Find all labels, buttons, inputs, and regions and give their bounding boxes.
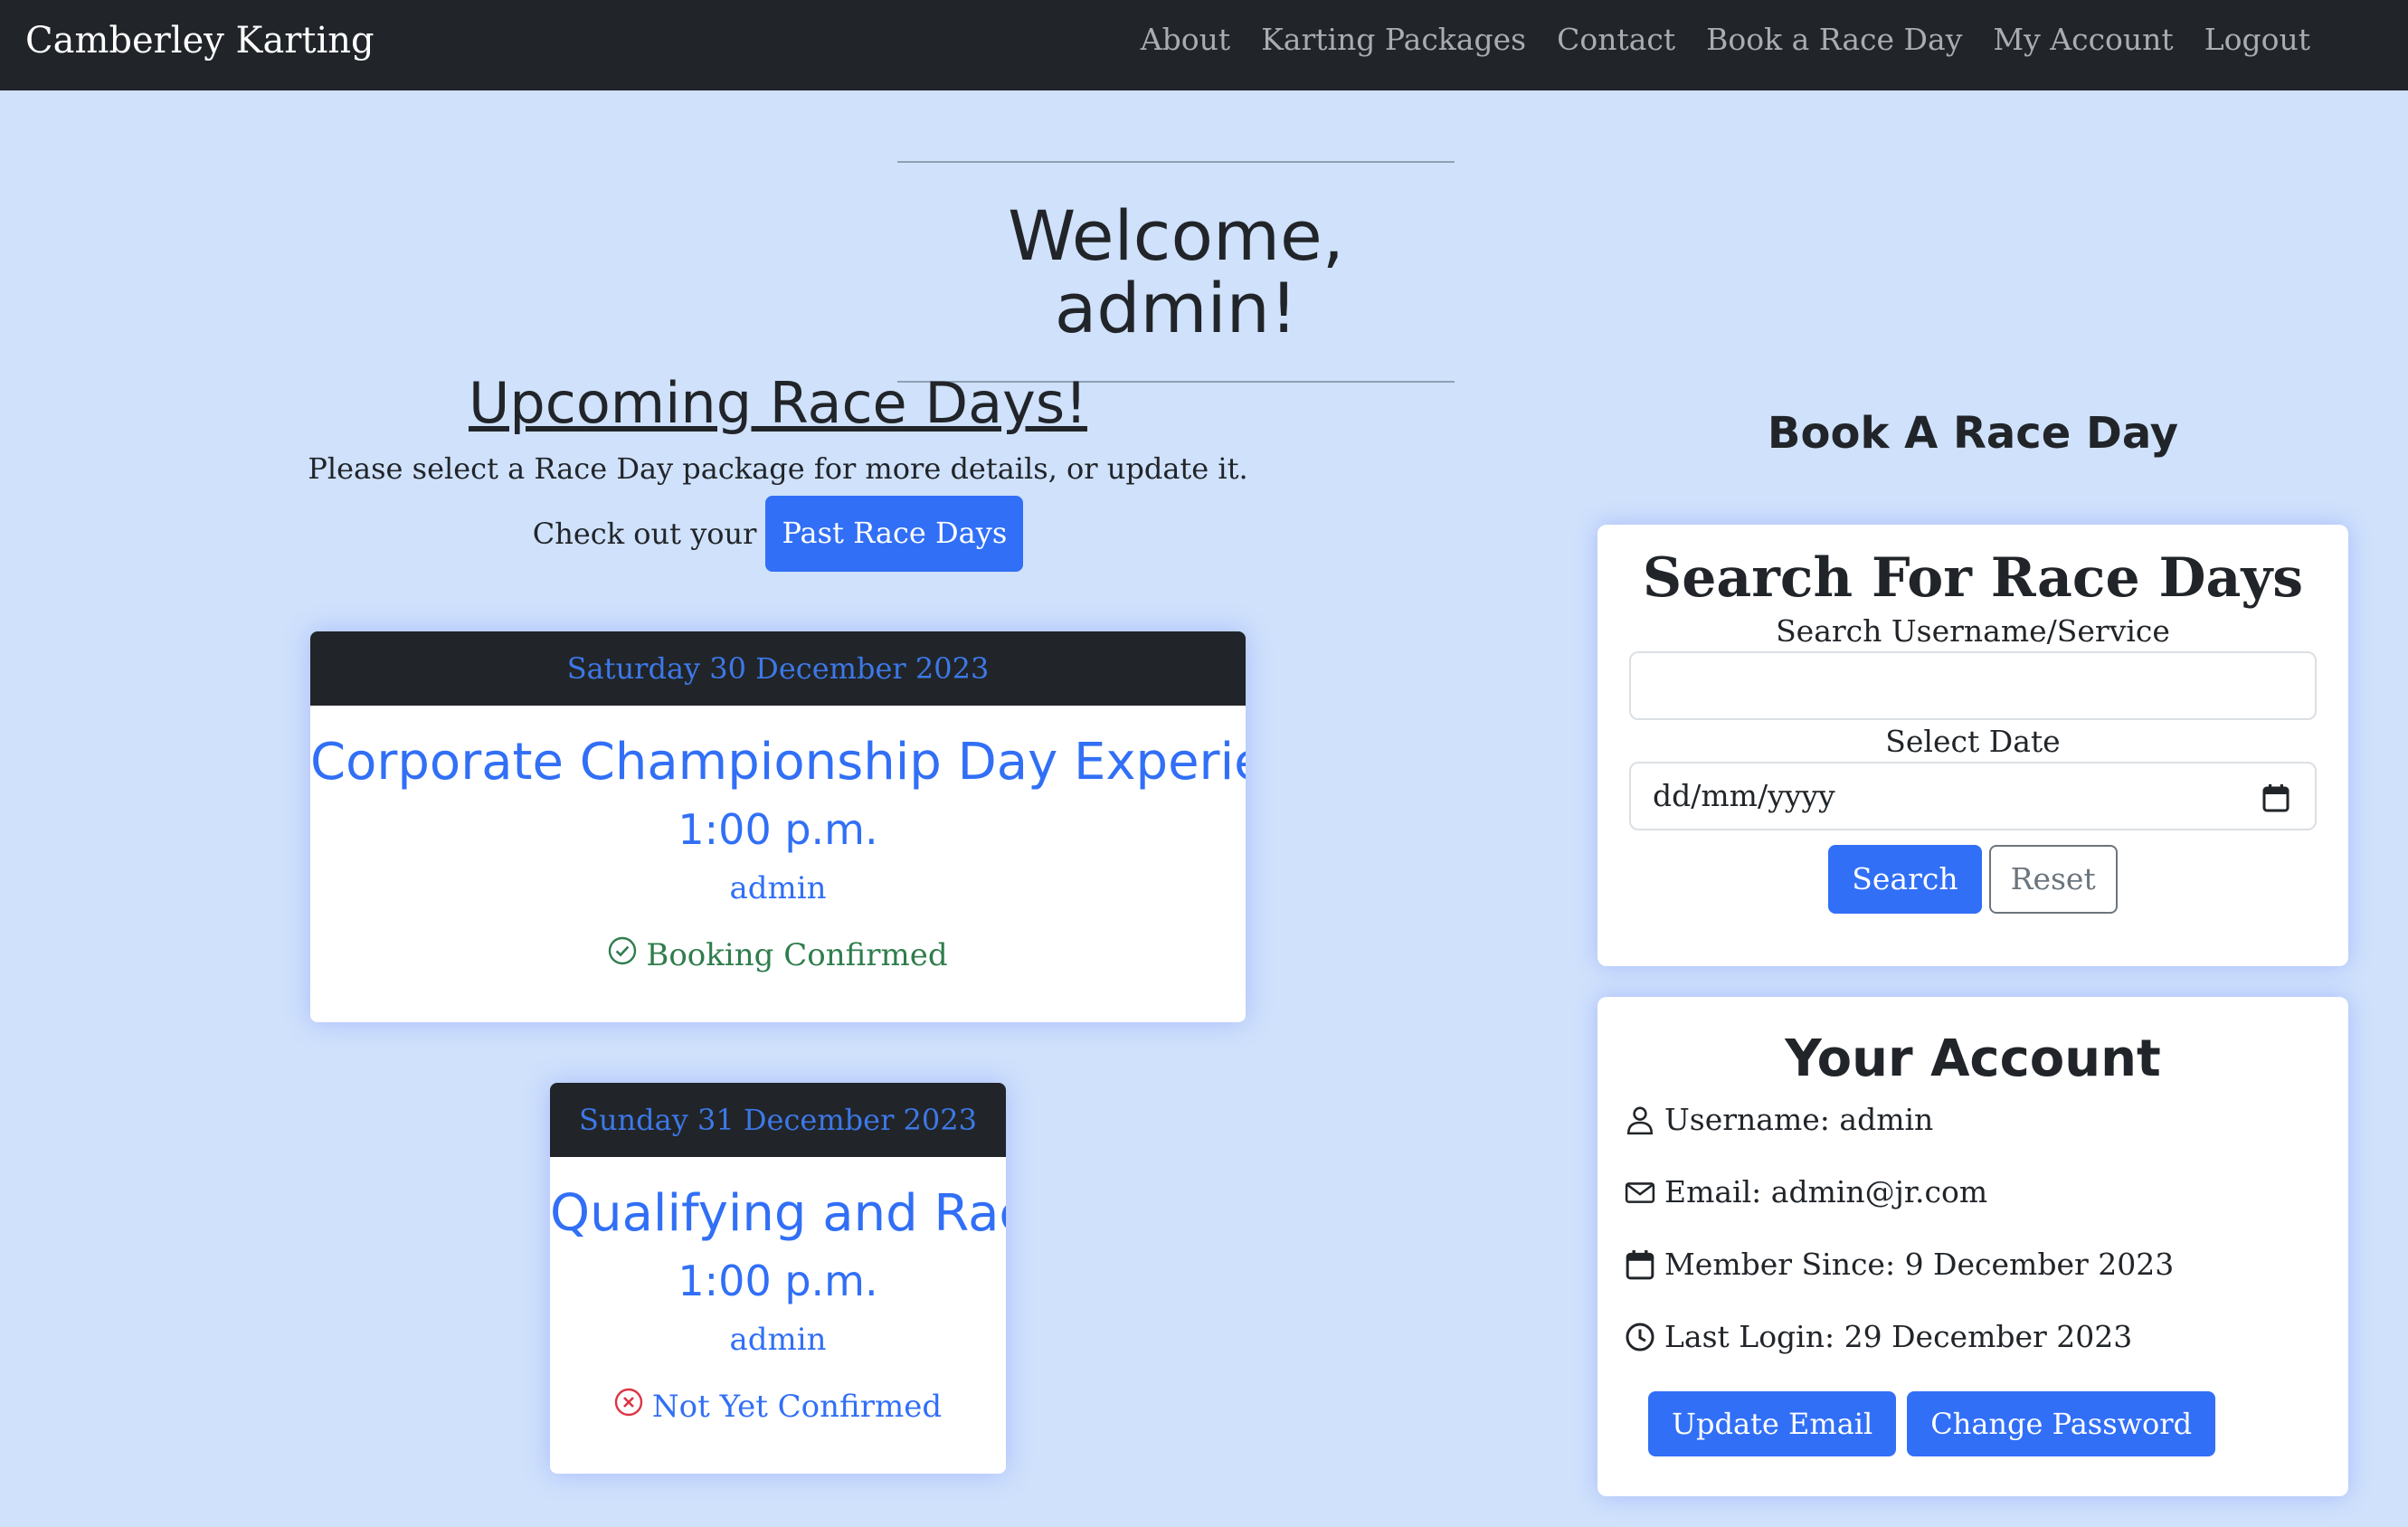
envelope-icon — [1625, 1177, 1655, 1208]
person-icon — [1625, 1105, 1655, 1135]
update-email-button[interactable]: Update Email — [1648, 1391, 1897, 1456]
username-text: Username: admin — [1664, 1102, 1934, 1137]
status-text: Booking Confirmed — [646, 937, 948, 973]
calendar-icon — [1625, 1249, 1655, 1280]
date-placeholder: dd/mm/yyyy — [1653, 778, 1835, 813]
change-password-button[interactable]: Change Password — [1907, 1391, 2216, 1456]
search-label: Search Username/Service — [1776, 613, 2170, 649]
race-day-card[interactable]: Saturday 30 December 2023 Corporate Cham… — [310, 631, 1246, 1022]
card-time: 1:00 p.m. — [678, 1257, 878, 1305]
clock-icon — [1625, 1322, 1655, 1352]
card-time: 1:00 p.m. — [678, 805, 878, 854]
card-user: admin — [729, 870, 827, 906]
nav-links: About Karting Packages Contact Book a Ra… — [1141, 20, 2310, 60]
account-username: Username: admin — [1625, 1100, 2348, 1140]
brand-logo[interactable]: Camberley Karting — [25, 18, 374, 63]
account-member-since: Member Since: 9 December 2023 — [1625, 1245, 2348, 1285]
past-race-days-button[interactable]: Past Race Days — [765, 496, 1024, 572]
search-input[interactable] — [1629, 651, 2317, 720]
search-button[interactable]: Search — [1828, 845, 1982, 914]
checkout-row: Check out your Past Race Days — [308, 496, 1248, 572]
card-user: admin — [729, 1322, 827, 1358]
card-date: Sunday 31 December 2023 — [550, 1083, 1006, 1157]
calendar-icon[interactable] — [2262, 783, 2289, 816]
card-status: Not Yet Confirmed — [550, 1387, 1006, 1427]
nav-my-account[interactable]: My Account — [1993, 20, 2173, 60]
nav-contact[interactable]: Contact — [1557, 20, 1675, 60]
upcoming-section: Upcoming Race Days! Please select a Race… — [308, 369, 1248, 572]
checkout-text: Check out your — [532, 517, 757, 551]
search-title: Search For Race Days — [1642, 546, 2304, 610]
race-day-card[interactable]: Sunday 31 December 2023 Qualifying and R… — [550, 1083, 1006, 1474]
nav-logout[interactable]: Logout — [2204, 20, 2310, 60]
date-label: Select Date — [1885, 724, 2061, 759]
email-text: Email: admin@jr.com — [1664, 1174, 1988, 1209]
reset-button[interactable]: Reset — [1988, 845, 2118, 914]
nav-about[interactable]: About — [1141, 20, 1230, 60]
date-input[interactable]: dd/mm/yyyy — [1629, 762, 2317, 830]
account-button-row: Update Email Change Password — [1648, 1391, 2348, 1456]
page-title: Welcome, admin! — [1008, 195, 1344, 348]
last-login-text: Last Login: 29 December 2023 — [1664, 1319, 2133, 1354]
card-date: Saturday 30 December 2023 — [310, 631, 1246, 706]
account-last-login: Last Login: 29 December 2023 — [1625, 1317, 2348, 1357]
upcoming-subtitle: Please select a Race Day package for mor… — [308, 451, 1248, 486]
upcoming-title: Upcoming Race Days! — [469, 370, 1087, 436]
book-heading: Book A Race Day — [1767, 408, 2179, 459]
status-text: Not Yet Confirmed — [651, 1389, 943, 1425]
nav-book-race-day[interactable]: Book a Race Day — [1706, 20, 1962, 60]
card-package-title[interactable]: Qualifying and Race — [550, 1184, 1006, 1244]
x-circle-icon — [614, 1387, 643, 1427]
account-title: Your Account — [1785, 1029, 2161, 1088]
navbar: Camberley Karting About Karting Packages… — [0, 0, 2408, 90]
welcome-section: Welcome, admin! — [897, 161, 1455, 383]
nav-karting-packages[interactable]: Karting Packages — [1261, 20, 1526, 60]
account-panel: Your Account Username: admin Email: admi… — [1597, 997, 2348, 1496]
search-panel: Search For Race Days Search Username/Ser… — [1597, 525, 2348, 966]
check-circle-icon — [608, 935, 637, 975]
search-button-row: Search Reset — [1597, 845, 2348, 914]
card-status: Booking Confirmed — [310, 935, 1246, 975]
member-since-text: Member Since: 9 December 2023 — [1664, 1247, 2175, 1282]
account-email: Email: admin@jr.com — [1625, 1172, 2348, 1212]
card-package-title[interactable]: Corporate Championship Day Experience — [310, 733, 1246, 792]
